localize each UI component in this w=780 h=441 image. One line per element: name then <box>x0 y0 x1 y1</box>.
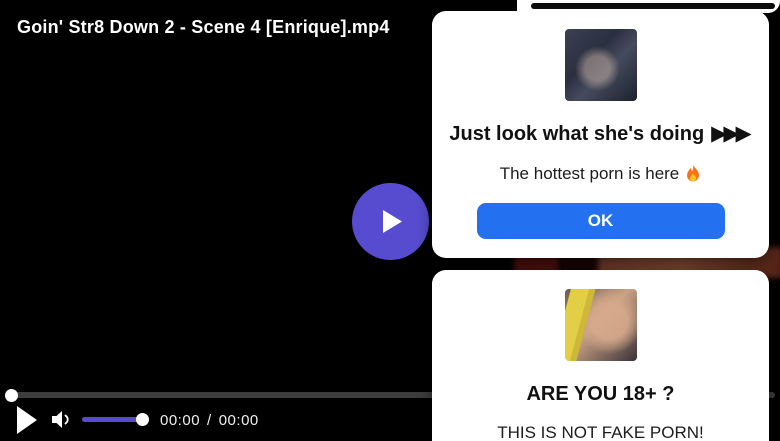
popup-2-heading: ARE YOU 18+ ? <box>526 382 674 406</box>
time-display: 00:00 / 00:00 <box>160 412 259 429</box>
play-icon <box>17 406 37 434</box>
popup-1-subtitle: The hottest porn is here <box>500 163 702 184</box>
popup-2-subtitle: THIS IS NOT FAKE PORN! <box>497 422 704 441</box>
play-button[interactable] <box>17 406 37 437</box>
ok-button[interactable]: OK <box>476 203 725 239</box>
volume-slider[interactable] <box>82 417 140 422</box>
volume-button[interactable] <box>51 410 73 432</box>
ad-thumbnail-1[interactable] <box>564 29 637 101</box>
black-image-strip-icon <box>531 3 775 9</box>
volume-thumb[interactable] <box>136 413 149 426</box>
ad-thumbnail-2[interactable] <box>564 289 637 361</box>
video-player-page: Goin' Str8 Down 2 - Scene 4 [Enrique].mp… <box>0 0 780 441</box>
popup-1-subtitle-text: The hottest porn is here <box>499 164 680 183</box>
popup-1-heading: Just look what she's doing ▶▶▶ <box>449 122 751 146</box>
big-play-button[interactable] <box>352 183 429 260</box>
current-time: 00:00 <box>160 412 201 429</box>
play-icon <box>383 210 402 233</box>
fire-icon <box>687 164 700 182</box>
time-separator: / <box>207 412 212 429</box>
seek-thumb[interactable] <box>5 389 18 402</box>
partial-popup-card[interactable] <box>517 0 780 13</box>
video-title: Goin' Str8 Down 2 - Scene 4 [Enrique].mp… <box>17 17 390 37</box>
popup-1-heading-text: Just look what she's doing <box>449 123 705 145</box>
popup-2-subtitle-text: THIS IS NOT FAKE PORN! <box>497 423 704 441</box>
popup-2-heading-text: ARE YOU 18+ ? <box>526 383 675 405</box>
triple-arrow-icon: ▶▶▶ <box>711 122 751 145</box>
speaker-icon <box>52 411 69 428</box>
popup-card-1: Just look what she's doing ▶▶▶ The hotte… <box>432 11 769 258</box>
duration: 00:00 <box>218 412 259 429</box>
popup-card-2: ARE YOU 18+ ? THIS IS NOT FAKE PORN! <box>432 270 769 441</box>
